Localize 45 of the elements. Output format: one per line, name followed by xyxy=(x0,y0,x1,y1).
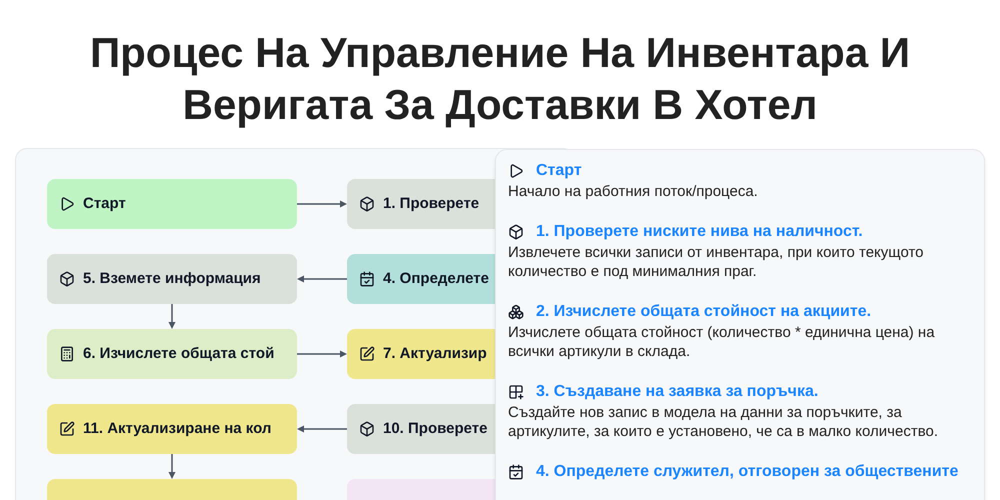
arrow xyxy=(297,199,347,209)
calendar-check-icon xyxy=(508,464,524,480)
step-title: 4. Определете служител, отговорен за обществените xyxy=(536,462,958,482)
node-label: 1. Проверете xyxy=(383,194,480,214)
step-description: Начало на работния поток/процеса. xyxy=(508,182,759,201)
node-label: 7. Актуализир xyxy=(383,344,487,364)
cube-icon xyxy=(508,224,524,240)
step-title: 3. Създаване на заявка за поръчка. xyxy=(536,382,818,402)
flow-node[interactable]: 4. Определете xyxy=(347,254,495,304)
page-title: Процес На Управление На Инвентара И Веригата За Доставки В Хотел xyxy=(88,28,912,130)
pen-square-icon xyxy=(59,421,75,437)
calculator-icon xyxy=(59,346,75,362)
arrow xyxy=(167,304,177,329)
play-icon xyxy=(59,196,75,212)
arrow xyxy=(297,424,347,434)
flow-node[interactable]: 11. Актуализиране на кол xyxy=(47,404,297,454)
cube-icon xyxy=(359,196,375,212)
arrow xyxy=(297,274,347,284)
node-label: Старт xyxy=(83,194,126,214)
node-label: 4. Определете xyxy=(383,268,489,289)
flow-node[interactable]: 10. Проверете xyxy=(347,404,495,454)
boxes-icon xyxy=(508,304,524,320)
arrow xyxy=(167,454,177,479)
play-icon xyxy=(508,163,524,179)
node-label: 10. Проверете xyxy=(383,418,488,439)
grid-plus-icon xyxy=(508,384,524,400)
step-description: Изчислете общата стойност (количество * единична цена) на всички артикули в склада. xyxy=(508,323,936,361)
flow-node[interactable]: Старт xyxy=(47,179,297,229)
pen-square-icon xyxy=(359,346,375,362)
flow-node[interactable]: 1. Проверете xyxy=(347,179,495,229)
calendar-check-icon xyxy=(359,271,375,287)
step-title: 2. Изчислете общата стойност на акциите. xyxy=(536,302,872,322)
node-label: 6. Изчислете общата стой xyxy=(83,344,274,364)
node-label: 5. Вземете информация xyxy=(83,268,261,289)
step-title: Старт xyxy=(536,161,582,181)
step-title: 1. Проверете ниските нива на наличност. xyxy=(536,222,863,242)
arrow xyxy=(297,349,347,359)
cube-icon xyxy=(359,421,375,437)
flow-node[interactable]: 7. Актуализир xyxy=(347,329,495,379)
node-label: 11. Актуализиране на кол xyxy=(83,418,272,439)
step-description: Извлечете всички записи от инвентара, при които текущото количество е под минималния праг. xyxy=(508,243,925,281)
flow-node[interactable]: 6. Изчислете общата стой xyxy=(47,329,297,379)
flow-node[interactable]: 5. Вземете информация xyxy=(47,254,297,304)
cube-icon xyxy=(59,271,75,287)
step-description: Създайте нов запис в модела на данни за поръчките, за артикулите, за които е установено, че са в малко количество. xyxy=(508,403,940,441)
